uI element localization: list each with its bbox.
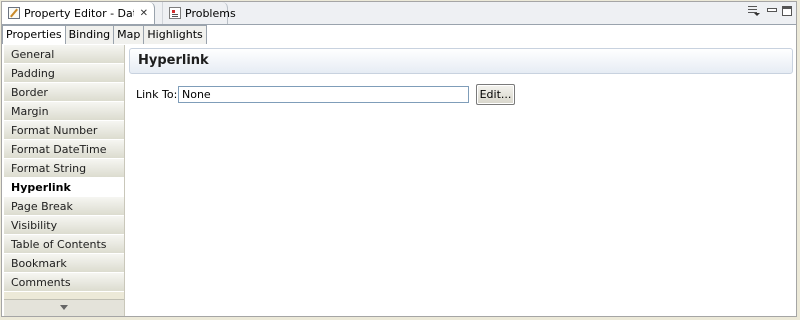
nav-item-hyperlink[interactable]: Hyperlink	[4, 178, 124, 197]
tab-properties[interactable]: Properties	[2, 25, 66, 44]
link-to-label: Link To:	[136, 87, 178, 101]
nav-item-format-string[interactable]: Format String	[4, 159, 124, 178]
section-title: Hyperlink	[129, 48, 793, 74]
nav-scroll-down[interactable]	[4, 299, 124, 316]
nav-item-bookmark[interactable]: Bookmark	[4, 254, 124, 273]
nav-item-comments[interactable]: Comments	[4, 273, 124, 292]
view-tab-bar: Property Editor - Data ✕ Problems	[2, 2, 796, 25]
property-content-pane: Hyperlink Link To: Edit...	[126, 45, 796, 316]
chevron-down-icon	[60, 305, 68, 310]
nav-item-general[interactable]: General	[4, 45, 124, 64]
link-to-field[interactable]	[178, 85, 469, 103]
tab-problems[interactable]: Problems	[162, 2, 236, 24]
nav-item-page-break[interactable]: Page Break	[4, 197, 124, 216]
problems-icon	[169, 7, 181, 19]
nav-item-padding[interactable]: Padding	[4, 64, 124, 83]
maximize-icon[interactable]	[782, 5, 792, 16]
nav-item-table-of-contents[interactable]: Table of Contents	[4, 235, 124, 254]
tab-property-editor[interactable]: Property Editor - Data ✕	[2, 2, 155, 24]
property-editor-view: Property Editor - Data ✕ Problems Proper…	[1, 1, 797, 317]
nav-item-format-number[interactable]: Format Number	[4, 121, 124, 140]
edit-button[interactable]: Edit...	[476, 83, 515, 105]
property-sub-tabs: Properties Binding Map Highlights	[2, 25, 207, 44]
property-editor-icon	[8, 7, 20, 19]
minimize-icon[interactable]	[766, 6, 777, 16]
property-category-list: General Padding Border Margin Format Num…	[4, 45, 125, 316]
tab-problems-label: Problems	[185, 6, 236, 20]
nav-item-format-datetime[interactable]: Format DateTime	[4, 140, 124, 159]
close-icon[interactable]: ✕	[140, 8, 148, 19]
tab-binding[interactable]: Binding	[64, 25, 115, 44]
tab-map[interactable]: Map	[113, 25, 145, 44]
view-controls	[748, 5, 792, 16]
tab-property-editor-label: Property Editor - Data	[24, 6, 134, 20]
nav-item-visibility[interactable]: Visibility	[4, 216, 124, 235]
view-menu-icon[interactable]	[748, 5, 760, 16]
nav-item-margin[interactable]: Margin	[4, 102, 124, 121]
link-to-row: Link To: Edit...	[136, 83, 515, 105]
tab-highlights[interactable]: Highlights	[143, 25, 207, 44]
nav-item-border[interactable]: Border	[4, 83, 124, 102]
